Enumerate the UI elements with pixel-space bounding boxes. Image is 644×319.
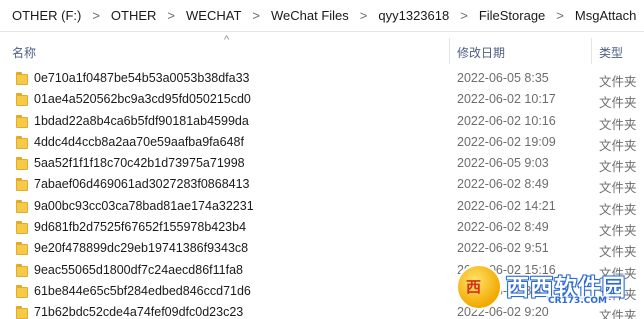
folder-name: 9e20f478899dc29eb19741386f9343c8 — [34, 241, 249, 256]
breadcrumb-item[interactable]: OTHER — [109, 8, 159, 23]
folder-icon — [16, 72, 28, 85]
breadcrumb-item[interactable]: qyy1323618 — [376, 8, 451, 23]
folder-icon — [16, 157, 28, 171]
breadcrumb-chevron-icon[interactable]: > — [547, 8, 573, 23]
address-bar[interactable]: OTHER (F:) > OTHER > WECHAT > WeChat Files > qyy… — [0, 0, 644, 32]
watermark-logo: 西 西西软件园 CR173.COM — [450, 262, 640, 314]
breadcrumb-chevron-icon[interactable]: > — [243, 8, 269, 23]
folder-type: 文件夹 — [599, 138, 637, 153]
folder-icon — [16, 306, 28, 319]
watermark-domain: CR173.COM — [546, 296, 609, 306]
folder-icon — [16, 242, 28, 256]
breadcrumb-chevron-icon[interactable]: > — [351, 8, 377, 23]
column-header-row: ^ 名称 修改日期 类型 — [0, 32, 644, 68]
folder-icon — [16, 178, 28, 192]
folder-icon — [16, 263, 28, 277]
folder-row[interactable]: 4ddc4d4ccb8a2aa70e59aafba9fa648f 2022-06-… — [0, 132, 644, 153]
folder-name: 9a00bc93cc03ca78bad81ae174a32231 — [34, 198, 254, 213]
folder-date-modified: 2022-06-02 9:51 — [457, 241, 549, 256]
breadcrumb-item[interactable]: WeChat Files — [269, 8, 351, 23]
folder-date-modified: 2022-06-02 14:21 — [457, 198, 556, 213]
folder-icon — [16, 199, 28, 213]
column-divider[interactable] — [591, 38, 592, 64]
folder-row[interactable]: 9a00bc93cc03ca78bad81ae174a32231 2022-06-… — [0, 196, 644, 217]
folder-date-modified: 2022-06-05 8:35 — [457, 71, 549, 85]
folder-name: 7abaef06d469061ad3027283f0868413 — [34, 177, 250, 192]
folder-type: 文件夹 — [599, 117, 637, 132]
folder-date-modified: 2022-06-02 8:49 — [457, 177, 549, 192]
folder-date-modified: 2022-06-02 10:17 — [457, 92, 556, 107]
folder-row[interactable]: 9e20f478899dc29eb19741386f9343c8 2022-06-… — [0, 238, 644, 259]
folder-icon — [16, 135, 28, 149]
breadcrumb-chevron-icon[interactable]: > — [451, 8, 477, 23]
column-header-type[interactable]: 类型 — [599, 44, 623, 61]
column-divider[interactable] — [449, 38, 450, 64]
folder-name: 5aa52f1f1f18c70c42b1d73975a71998 — [34, 156, 245, 171]
folder-type: 文件夹 — [599, 224, 637, 239]
folder-date-modified: 2022-06-05 9:03 — [457, 156, 549, 171]
folder-type: 文件夹 — [599, 75, 637, 89]
folder-name: 0e710a1f0487be54b53a0053b38dfa33 — [34, 71, 250, 85]
folder-name: 9d681fb2d7525f67652f155978b423b4 — [34, 220, 247, 235]
folder-date-modified: 2022-06-02 10:16 — [457, 113, 556, 128]
folder-row[interactable]: 5aa52f1f1f18c70c42b1d73975a71998 2022-06-… — [0, 153, 644, 174]
folder-name: 01ae4a520562bc9a3cd95fd050215cd0 — [34, 92, 251, 107]
watermark-badge-text: 西 — [466, 278, 482, 296]
breadcrumb-item[interactable]: FileStorage — [477, 8, 547, 23]
folder-row[interactable]: 1bdad22a8b4ca6b5fdf90181ab4599da 2022-06-… — [0, 111, 644, 132]
folder-name: 71b62bdc52cde4a74fef09dfc0d23c23 — [34, 305, 244, 319]
breadcrumb-chevron-icon[interactable]: > — [158, 8, 184, 23]
folder-row[interactable]: 01ae4a520562bc9a3cd95fd050215cd0 2022-06-… — [0, 89, 644, 110]
folder-type: 文件夹 — [599, 245, 637, 260]
folder-icon — [16, 114, 28, 128]
folder-name: 61be844e65c5bf284edbed846ccd71d6 — [34, 283, 251, 298]
folder-type: 文件夹 — [599, 181, 637, 196]
folder-name: 1bdad22a8b4ca6b5fdf90181ab4599da — [34, 113, 249, 128]
column-header-name[interactable]: 名称 — [12, 44, 36, 61]
folder-icon — [16, 284, 28, 298]
folder-icon — [16, 221, 28, 235]
breadcrumb-item[interactable]: WECHAT — [184, 8, 243, 23]
folder-name: 4ddc4d4ccb8a2aa70e59aafba9fa648f — [34, 134, 244, 149]
folder-date-modified: 2022-06-02 8:49 — [457, 220, 549, 235]
folder-type: 文件夹 — [599, 202, 637, 217]
breadcrumb-chevron-icon[interactable]: > — [83, 8, 109, 23]
folder-type: 文件夹 — [599, 160, 637, 175]
folder-name: 9eac55065d1800df7c24aecd86f11fa8 — [34, 262, 243, 277]
folder-icon — [16, 93, 28, 107]
folder-date-modified: 2022-06-02 19:09 — [457, 134, 556, 149]
column-header-date-modified[interactable]: 修改日期 — [457, 44, 505, 61]
breadcrumb-item[interactable]: MsgAttach — [573, 8, 638, 23]
folder-row[interactable]: 7abaef06d469061ad3027283f0868413 2022-06-… — [0, 174, 644, 195]
sort-ascending-icon: ^ — [224, 34, 230, 46]
folder-row[interactable]: 0e710a1f0487be54b53a0053b38dfa33 2022-06-… — [0, 68, 644, 89]
breadcrumb-item[interactable]: OTHER (F:) — [10, 8, 83, 23]
folder-type: 文件夹 — [599, 96, 637, 111]
folder-row[interactable]: 9d681fb2d7525f67652f155978b423b4 2022-06-… — [0, 217, 644, 238]
